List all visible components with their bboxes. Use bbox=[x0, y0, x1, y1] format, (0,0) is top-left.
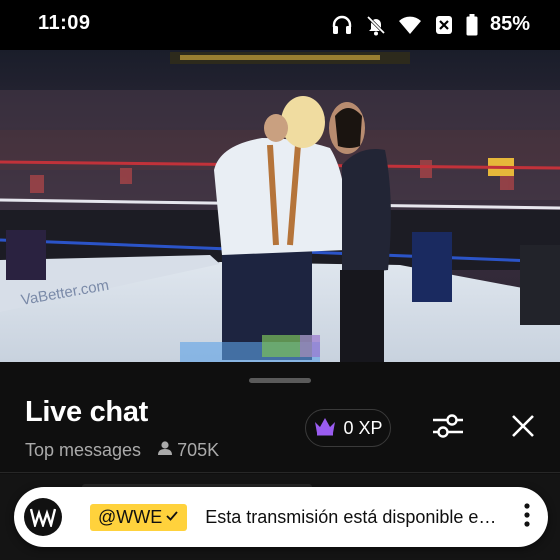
pinned-message[interactable]: @WWE Esta transmisión está disponible e… bbox=[14, 487, 548, 547]
xp-label: 0 XP bbox=[343, 417, 383, 438]
more-options-button[interactable] bbox=[517, 499, 537, 535]
status-bar: 11:09 85% bbox=[0, 0, 560, 50]
filter-button[interactable] bbox=[428, 410, 468, 446]
bell-off-icon bbox=[364, 14, 388, 36]
battery-icon bbox=[466, 13, 478, 36]
xp-button[interactable]: 0 XP bbox=[305, 409, 391, 447]
person-icon bbox=[157, 440, 173, 461]
verified-check-icon bbox=[165, 507, 179, 528]
battery-percent: 85% bbox=[489, 13, 530, 35]
sliders-icon bbox=[431, 411, 465, 446]
chat-mode-selector[interactable]: Top messages 705K bbox=[25, 440, 219, 461]
headphones-icon bbox=[330, 14, 354, 36]
chat-title: Live chat bbox=[25, 396, 149, 428]
viewer-count: 705K bbox=[157, 440, 219, 461]
video-frame: VaBetter.com bbox=[0, 50, 560, 362]
viewer-count-value: 705K bbox=[177, 440, 220, 460]
status-time: 11:09 bbox=[38, 12, 91, 34]
divider bbox=[0, 472, 560, 473]
more-vert-icon bbox=[523, 502, 531, 533]
avatar[interactable] bbox=[24, 498, 62, 536]
drag-handle[interactable] bbox=[249, 378, 311, 383]
chat-mode-label: Top messages bbox=[25, 440, 142, 460]
crown-icon bbox=[313, 416, 337, 441]
pinned-author-badge[interactable]: @WWE bbox=[90, 503, 188, 531]
close-button[interactable] bbox=[505, 410, 541, 446]
pinned-author: @WWE bbox=[98, 506, 163, 527]
video-player[interactable]: VaBetter.com bbox=[0, 50, 560, 362]
wifi-icon bbox=[398, 14, 422, 36]
live-chat-panel: Live chat Top messages 705K 0 XP @WWE Es… bbox=[0, 362, 560, 560]
status-icons: 85% bbox=[330, 13, 530, 36]
data-saver-icon bbox=[432, 14, 456, 36]
pinned-message-text: Esta transmisión está disponible e… bbox=[205, 506, 497, 527]
close-icon bbox=[511, 414, 535, 443]
